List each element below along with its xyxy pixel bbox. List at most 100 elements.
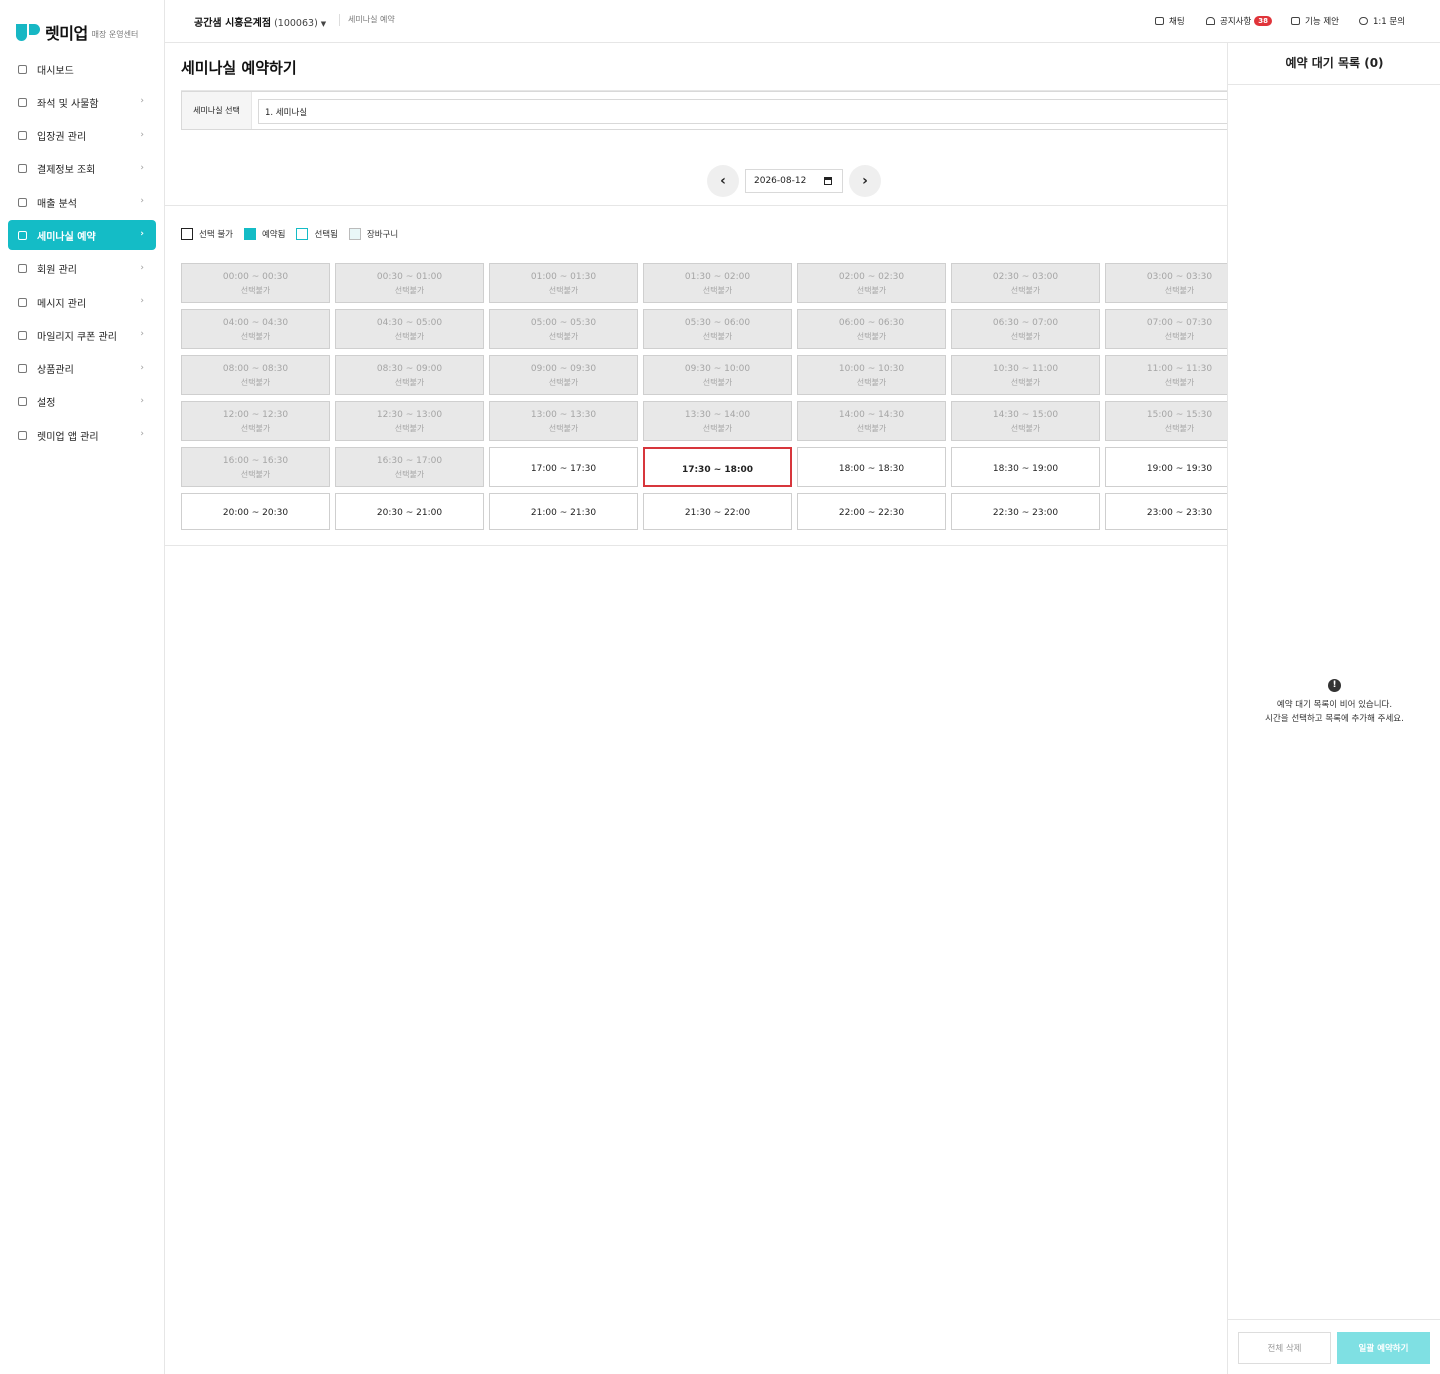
time-slot[interactable]: 20:30 ~ 21:00	[335, 493, 484, 530]
sidebar-item-label: 설정	[37, 398, 56, 410]
next-date-button[interactable]: ›	[849, 165, 881, 197]
message-circle-icon	[1359, 17, 1368, 25]
time-slot: 16:30 ~ 17:00 선택불가	[335, 447, 484, 487]
chevron-right-icon: ›	[140, 329, 144, 340]
divider	[165, 545, 1227, 546]
time-slot-status: 선택불가	[394, 424, 425, 433]
time-slot[interactable]: 19:00 ~ 19:30	[1105, 447, 1227, 487]
prev-date-button[interactable]: ‹	[707, 165, 739, 197]
sidebar-nav: 대시보드 좌석 및 사물함 › 입장권 관리 › 결제정보 조회 › 매출 분석 › 세미나실 예…	[8, 54, 156, 454]
store-selector[interactable]: 공간샘 시흥은계점 (100063) ▼	[194, 14, 326, 29]
sidebar-item[interactable]: 회원 관리 ›	[8, 254, 156, 284]
room-select[interactable]: 1. 세미나실	[258, 99, 1228, 124]
time-slot-time: 16:30 ~ 17:00	[376, 456, 443, 466]
time-slot-time: 05:00 ~ 05:30	[530, 318, 597, 328]
sidebar-item-label: 매출 분석	[37, 198, 77, 210]
time-slot-status: 선택불가	[240, 470, 271, 479]
time-slot[interactable]: 22:30 ~ 23:00	[951, 493, 1100, 530]
time-slot[interactable]: 23:00 ~ 23:30	[1105, 493, 1227, 530]
time-slot: 10:00 ~ 10:30 선택불가	[797, 355, 946, 395]
calendar-icon[interactable]	[824, 177, 832, 185]
waitlist-panel: 예약 대기 목록 (0) ! 예약 대기 목록이 비어 있습니다. 시간을 선택…	[1227, 43, 1440, 1374]
empty-line-1: 예약 대기 목록이 비어 있습니다.	[1276, 700, 1393, 710]
sidebar-item[interactable]: 상품관리 ›	[8, 354, 156, 384]
brand-logo[interactable]: 렛미업 매장 운영센터	[16, 22, 138, 43]
time-slot-time: 07:00 ~ 07:30	[1146, 318, 1213, 328]
time-slot: 00:00 ~ 00:30 선택불가	[181, 263, 330, 303]
time-slot-status: 선택불가	[394, 470, 425, 479]
chevron-right-icon: ›	[140, 229, 144, 240]
notice-link[interactable]: 공지사항 38	[1206, 15, 1273, 27]
chevron-left-icon: ‹	[720, 173, 726, 189]
time-slot-status: 선택불가	[394, 332, 425, 341]
time-slot-time: 09:30 ~ 10:00	[684, 364, 751, 374]
sidebar-item-label: 마일리지 쿠폰 관리	[37, 331, 117, 343]
time-slot: 09:30 ~ 10:00 선택불가	[643, 355, 792, 395]
panel-footer: 전체 삭제 일괄 예약하기	[1228, 1319, 1440, 1374]
sidebar: 렛미업 매장 운영센터 대시보드 좌석 및 사물함 › 입장권 관리 › 결제정보 조회 ›…	[0, 0, 165, 1374]
time-slot-time: 10:30 ~ 11:00	[992, 364, 1059, 374]
store-name: 공간샘 시흥은계점	[194, 18, 272, 29]
logo-mark-icon	[16, 23, 40, 41]
page-title: 세미나실 예약하기	[181, 59, 297, 77]
notice-count-badge: 38	[1254, 16, 1273, 26]
time-slot[interactable]: 20:00 ~ 20:30	[181, 493, 330, 530]
time-slot-status: 선택불가	[1164, 424, 1195, 433]
sidebar-item[interactable]: 렛미업 앱 관리 ›	[8, 420, 156, 450]
time-slot[interactable]: 17:30 ~ 18:00	[643, 447, 792, 487]
time-slot-time: 01:00 ~ 01:30	[530, 272, 597, 282]
time-slot-time: 00:30 ~ 01:00	[376, 272, 443, 282]
legend-label: 예약됨	[261, 230, 286, 240]
sidebar-item[interactable]: 대시보드	[8, 54, 156, 84]
time-slot-time: 20:00 ~ 20:30	[222, 508, 289, 518]
time-slot-status: 선택불가	[394, 286, 425, 295]
sidebar-item[interactable]: 마일리지 쿠폰 관리 ›	[8, 320, 156, 350]
time-slot-time: 17:30 ~ 18:00	[681, 465, 754, 475]
time-slot: 13:30 ~ 14:00 선택불가	[643, 401, 792, 441]
chevron-right-icon: ›	[862, 173, 868, 189]
coupon-icon	[18, 330, 27, 340]
sidebar-item[interactable]: 설정 ›	[8, 387, 156, 417]
time-slot: 13:00 ~ 13:30 선택불가	[489, 401, 638, 441]
time-slot[interactable]: 21:00 ~ 21:30	[489, 493, 638, 530]
legend-item: 선택됨	[296, 228, 338, 240]
users-icon	[18, 264, 27, 274]
date-value: 2026-08-12	[754, 176, 807, 186]
time-slot[interactable]: 17:00 ~ 17:30	[489, 447, 638, 487]
sidebar-item[interactable]: 결제정보 조회 ›	[8, 154, 156, 184]
time-slot: 14:00 ~ 14:30 선택불가	[797, 401, 946, 441]
inquiry-link[interactable]: 1:1 문의	[1359, 15, 1405, 27]
sidebar-item[interactable]: 입장권 관리 ›	[8, 121, 156, 151]
sidebar-item[interactable]: 메시지 관리 ›	[8, 287, 156, 317]
time-slot: 14:30 ~ 15:00 선택불가	[951, 401, 1100, 441]
top-bar: 공간샘 시흥은계점 (100063) ▼ 세미나실 예약 채팅 공지사항 38 기능 …	[165, 0, 1440, 43]
date-input[interactable]: 2026-08-12	[745, 169, 843, 193]
time-slot-status: 선택불가	[240, 424, 271, 433]
chat-link[interactable]: 채팅	[1155, 15, 1185, 27]
sidebar-item[interactable]: 매출 분석 ›	[8, 187, 156, 217]
time-slot-status: 선택불가	[394, 378, 425, 387]
clear-all-button[interactable]: 전체 삭제	[1238, 1332, 1331, 1364]
time-slot: 12:30 ~ 13:00 선택불가	[335, 401, 484, 441]
sidebar-item[interactable]: 세미나실 예약 ›	[8, 220, 156, 251]
time-slot: 11:00 ~ 11:30 선택불가	[1105, 355, 1227, 395]
time-slot[interactable]: 18:30 ~ 19:00	[951, 447, 1100, 487]
time-slot-time: 09:00 ~ 09:30	[530, 364, 597, 374]
sidebar-item-label: 회원 관리	[37, 265, 77, 277]
sidebar-item[interactable]: 좌석 및 사물함 ›	[8, 87, 156, 117]
legend: 선택 불가 예약됨 선택됨 장바구니	[181, 228, 409, 240]
time-slot[interactable]: 21:30 ~ 22:00	[643, 493, 792, 530]
time-slot[interactable]: 22:00 ~ 22:30	[797, 493, 946, 530]
caret-down-icon: ▼	[320, 20, 327, 28]
time-slot-time: 05:30 ~ 06:00	[684, 318, 751, 328]
time-slot: 15:00 ~ 15:30 선택불가	[1105, 401, 1227, 441]
inquiry-label: 1:1 문의	[1373, 17, 1406, 27]
suggest-label: 기능 제안	[1305, 17, 1339, 27]
time-slot-grid: 00:00 ~ 00:30 선택불가 00:30 ~ 01:00 선택불가 01:00 …	[181, 263, 1227, 543]
legend-item: 장바구니	[348, 228, 398, 240]
suggest-link[interactable]: 기능 제안	[1291, 15, 1339, 27]
chevron-right-icon: ›	[140, 296, 144, 307]
time-slot: 01:00 ~ 01:30 선택불가	[489, 263, 638, 303]
time-slot[interactable]: 18:00 ~ 18:30	[797, 447, 946, 487]
book-all-button[interactable]: 일괄 예약하기	[1337, 1332, 1430, 1364]
